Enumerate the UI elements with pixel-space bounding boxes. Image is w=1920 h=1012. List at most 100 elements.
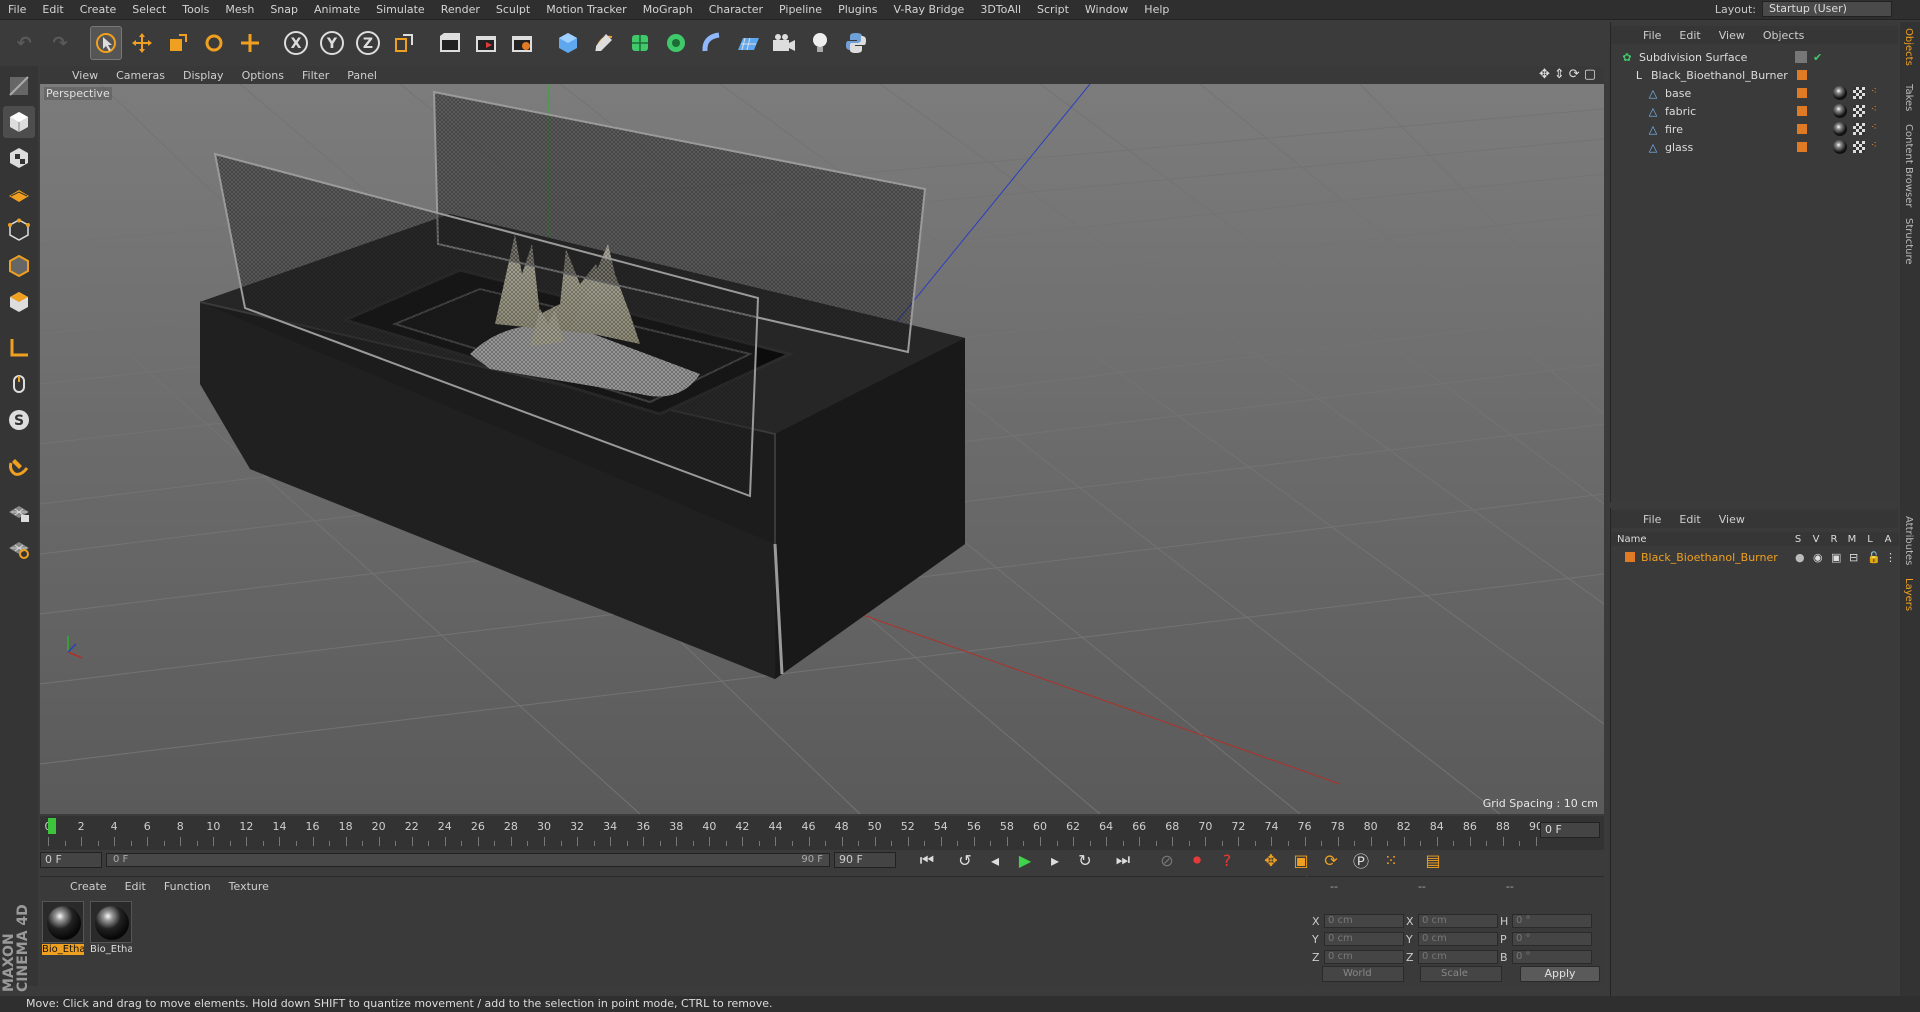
- workplane-icon[interactable]: [3, 532, 35, 564]
- undo-button[interactable]: ↶: [8, 26, 40, 60]
- next-key-icon[interactable]: ↻: [1072, 849, 1098, 871]
- previous-frame-icon[interactable]: ◂: [982, 849, 1008, 871]
- material-menu-edit[interactable]: Edit: [117, 880, 154, 893]
- timeline-window-icon[interactable]: ▤: [1420, 849, 1446, 871]
- z-axis-lock-icon[interactable]: Z: [352, 26, 384, 60]
- locked-workplane-icon[interactable]: [3, 496, 35, 528]
- timeline-ruler[interactable]: 0246810121416182022242628303234363840424…: [45, 820, 1543, 846]
- record-keys-disabled-icon[interactable]: ⊘: [1154, 849, 1180, 871]
- pan-icon[interactable]: ✥: [1539, 67, 1550, 82]
- menu-window[interactable]: Window: [1077, 3, 1136, 16]
- layer-color-tag[interactable]: [1797, 70, 1807, 80]
- previous-key-icon[interactable]: ↺: [952, 849, 978, 871]
- x-axis-lock-icon[interactable]: X: [280, 26, 312, 60]
- current-frame-field[interactable]: 0 F: [1540, 822, 1600, 838]
- next-frame-icon[interactable]: ▸: [1042, 849, 1068, 871]
- layer-render-icon[interactable]: ▣: [1831, 551, 1841, 564]
- live-selection-tool-icon[interactable]: [90, 26, 122, 60]
- start-frame-field[interactable]: 0 F: [40, 852, 102, 868]
- render-view-icon[interactable]: [434, 26, 466, 60]
- tab-content-browser[interactable]: Content Browser: [1903, 124, 1914, 207]
- object-row-fabric[interactable]: △ fabric ⁖: [1611, 102, 1899, 120]
- viewport-menu-panel[interactable]: Panel: [339, 69, 385, 82]
- position-x-field[interactable]: 0 cm: [1324, 914, 1404, 928]
- layer-lock-icon[interactable]: 🔓: [1867, 551, 1881, 564]
- layer-color-tag[interactable]: [1797, 142, 1807, 152]
- tab-attributes[interactable]: Attributes: [1903, 516, 1914, 565]
- texture-mode-icon[interactable]: [3, 142, 35, 174]
- material-menu-function[interactable]: Function: [156, 880, 219, 893]
- phong-tag-icon[interactable]: ⁖: [1871, 122, 1877, 133]
- polygons-mode-icon[interactable]: [3, 286, 35, 318]
- material-tag-icon[interactable]: [1833, 122, 1847, 136]
- layer-color-tag[interactable]: [1797, 106, 1807, 116]
- coordinate-system-icon[interactable]: [388, 26, 420, 60]
- material-swatch[interactable]: Bio_Etha: [42, 901, 84, 955]
- move-tool-icon[interactable]: [126, 26, 158, 60]
- render-settings-icon[interactable]: [506, 26, 538, 60]
- tab-structure[interactable]: Structure: [1903, 218, 1914, 265]
- dolly-icon[interactable]: ⇕: [1554, 67, 1565, 82]
- tab-objects[interactable]: Objects: [1903, 28, 1914, 66]
- menu-character[interactable]: Character: [701, 3, 771, 16]
- y-axis-lock-icon[interactable]: Y: [316, 26, 348, 60]
- keyframe-selection-icon[interactable]: ?: [1214, 849, 1240, 871]
- apply-button[interactable]: Apply: [1520, 966, 1600, 982]
- magnet-tool-icon[interactable]: [3, 450, 35, 482]
- object-row-black-bioethanol-burner[interactable]: L Black_Bioethanol_Burner: [1611, 66, 1899, 84]
- rotation-h-field[interactable]: 0 °: [1512, 914, 1592, 928]
- key-scale-icon[interactable]: ▣: [1288, 849, 1314, 871]
- material-menu-create[interactable]: Create: [62, 880, 115, 893]
- points-mode-icon[interactable]: [3, 214, 35, 246]
- playhead[interactable]: [48, 818, 56, 834]
- 3d-viewport[interactable]: Perspective Grid Spacing : 10 cm: [40, 84, 1604, 814]
- menu-file[interactable]: File: [0, 3, 34, 16]
- menu-help[interactable]: Help: [1136, 3, 1177, 16]
- uvw-tag-icon[interactable]: [1853, 141, 1865, 153]
- scale-tool-icon[interactable]: [162, 26, 194, 60]
- menu-plugins[interactable]: Plugins: [830, 3, 885, 16]
- object-row-subdivision-surface[interactable]: ✿ Subdivision Surface ✔: [1611, 48, 1899, 66]
- menu-simulate[interactable]: Simulate: [368, 3, 433, 16]
- material-swatch[interactable]: Bio_Etha: [90, 901, 132, 955]
- maximize-view-icon[interactable]: ▢: [1584, 67, 1596, 82]
- menu-vray-bridge[interactable]: V-Ray Bridge: [885, 3, 972, 16]
- tab-takes[interactable]: Takes: [1903, 84, 1914, 111]
- redo-button[interactable]: ↷: [44, 26, 76, 60]
- key-parameter-icon[interactable]: Ⓟ: [1348, 849, 1374, 871]
- objects-menu-view[interactable]: View: [1711, 29, 1753, 42]
- light-icon[interactable]: [804, 26, 836, 60]
- viewport-menu-display[interactable]: Display: [175, 69, 232, 82]
- menu-render[interactable]: Render: [433, 3, 488, 16]
- object-row-fire[interactable]: △ fire ⁖: [1611, 120, 1899, 138]
- objects-menu-file[interactable]: File: [1635, 29, 1669, 42]
- end-frame-field[interactable]: 90 F: [834, 852, 896, 868]
- python-script-icon[interactable]: [840, 26, 872, 60]
- orbit-icon[interactable]: ⟳: [1569, 67, 1580, 82]
- layer-animation-icon[interactable]: ⋮: [1885, 551, 1896, 564]
- menu-edit[interactable]: Edit: [34, 3, 71, 16]
- uvw-tag-icon[interactable]: [1853, 123, 1865, 135]
- deformer-bend-icon[interactable]: [696, 26, 728, 60]
- layer-color-tag[interactable]: [1797, 124, 1807, 134]
- menu-snap[interactable]: Snap: [262, 3, 306, 16]
- menu-sculpt[interactable]: Sculpt: [488, 3, 538, 16]
- subdivision-generator-icon[interactable]: [624, 26, 656, 60]
- viewport-menu-options[interactable]: Options: [234, 69, 292, 82]
- cube-primitive-icon[interactable]: [552, 26, 584, 60]
- material-tag-icon[interactable]: [1833, 104, 1847, 118]
- layers-menu-view[interactable]: View: [1711, 513, 1753, 526]
- viewport-menu-view[interactable]: View: [64, 69, 106, 82]
- menu-3dtoall[interactable]: 3DToAll: [972, 3, 1029, 16]
- model-mode-icon[interactable]: [3, 106, 35, 138]
- make-editable-icon[interactable]: [3, 70, 35, 102]
- mograph-cloner-icon[interactable]: [660, 26, 692, 60]
- layer-solo-icon[interactable]: ●: [1795, 551, 1805, 564]
- layer-toggle-icon[interactable]: [1795, 51, 1807, 63]
- material-tag-icon[interactable]: [1833, 86, 1847, 100]
- camera-icon[interactable]: [768, 26, 800, 60]
- enabled-check-icon[interactable]: ✔: [1813, 51, 1822, 64]
- phong-tag-icon[interactable]: ⁖: [1871, 86, 1877, 97]
- phong-tag-icon[interactable]: ⁖: [1871, 104, 1877, 115]
- menu-script[interactable]: Script: [1029, 3, 1077, 16]
